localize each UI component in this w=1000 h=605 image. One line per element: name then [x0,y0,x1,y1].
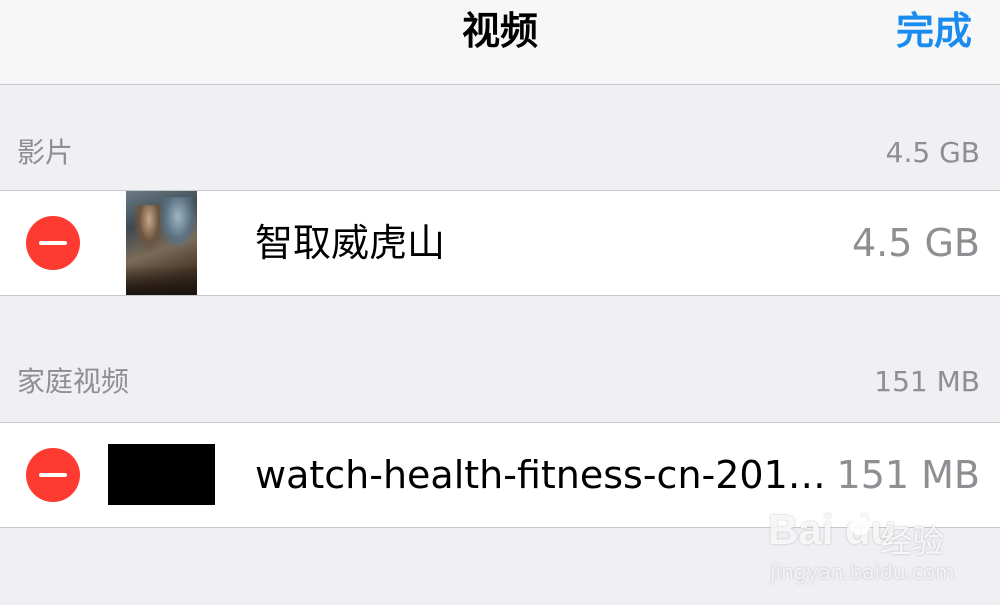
section-header-home-videos: 家庭视频 151 MB [0,362,1000,402]
delete-icon[interactable] [26,216,80,270]
watermark-brand-cn: 经验 [880,522,945,560]
video-thumbnail [108,444,215,505]
baidu-watermark: Bai du 经验 jingyan.baidu.com [762,500,982,592]
section-total-size: 4.5 GB [885,136,980,169]
delete-icon[interactable] [26,448,80,502]
list-item-movie[interactable]: 智取威虎山 4.5 GB [0,190,1000,296]
section-title: 家庭视频 [17,365,130,398]
paw-icon [845,503,876,535]
navigation-bar: 视频 完成 [0,0,1000,85]
section-title: 影片 [17,136,74,169]
done-button[interactable]: 完成 [896,8,972,54]
page-title: 视频 [461,9,538,53]
section-total-size: 151 MB [874,365,980,398]
item-size: 4.5 GB [851,221,980,265]
section-header-movies: 影片 4.5 GB [0,133,1000,173]
item-title: watch-health-fitness-cn-201… [255,453,826,497]
movie-poster-thumbnail [126,191,197,295]
watermark-url: jingyan.baidu.com [770,560,955,584]
item-title: 智取威虎山 [255,221,446,265]
